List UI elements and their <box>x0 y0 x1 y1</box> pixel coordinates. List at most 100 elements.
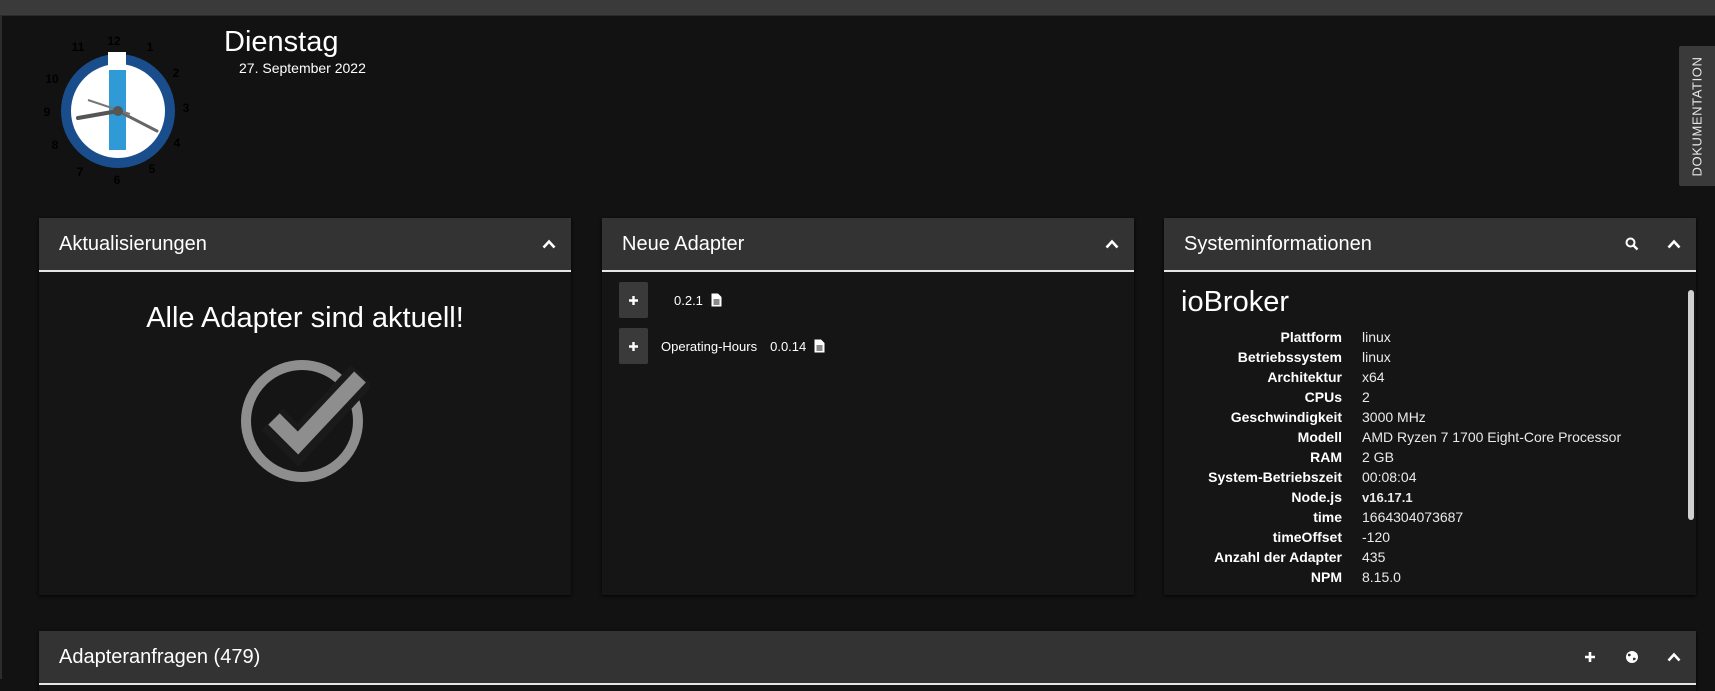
documentation-tab[interactable]: DOKUMENTATION <box>1679 46 1715 186</box>
list-item: Operating-Hours 0.0.14 <box>619 328 1134 364</box>
row-value: 2 GB <box>1362 449 1394 465</box>
updates-card-header: Aktualisierungen <box>39 218 571 272</box>
system-info-body: ioBroker Plattform linux Betriebssystem li… <box>1164 286 1696 608</box>
row-value: 1664304073687 <box>1362 509 1464 525</box>
adapter-requests-collapse-button[interactable] <box>1662 645 1686 669</box>
check-container <box>39 353 571 483</box>
add-adapter-button[interactable] <box>619 282 648 318</box>
table-row: CPUs 2 <box>1164 387 1696 407</box>
left-edge <box>0 15 2 679</box>
updates-card-actions <box>537 218 561 270</box>
updates-message: Alle Adapter sind aktuell! <box>146 302 464 334</box>
system-info-card-actions <box>1620 218 1686 270</box>
date-label: 27. September 2022 <box>239 60 366 76</box>
table-row: Architektur x64 <box>1164 367 1696 387</box>
adapter-readme-button[interactable] <box>711 293 722 307</box>
row-value: 3000 MHz <box>1362 409 1426 425</box>
list-item: 0.2.1 <box>619 282 1134 318</box>
table-row: time 1664304073687 <box>1164 507 1696 527</box>
open-website-button[interactable] <box>1620 645 1644 669</box>
row-key: Plattform <box>1280 329 1342 345</box>
day-title: Dienstag <box>224 26 339 58</box>
row-key: NPM <box>1310 569 1342 585</box>
row-value: linux <box>1362 349 1391 365</box>
row-key: time <box>1313 509 1342 525</box>
table-row: Plattform linux <box>1164 327 1696 347</box>
new-adapters-collapse-button[interactable] <box>1100 232 1124 256</box>
adapter-requests-card-title: Adapteranfragen (479) <box>59 645 261 668</box>
documentation-tab-label: DOKUMENTATION <box>1689 56 1705 176</box>
chevron-up-icon <box>1667 652 1681 662</box>
scrollbar-thumb[interactable] <box>1688 290 1694 520</box>
system-brand: ioBroker <box>1181 286 1289 318</box>
row-key: timeOffset <box>1272 529 1342 545</box>
document-icon <box>814 339 825 353</box>
table-row: Node.js v16.17.1 <box>1164 487 1696 507</box>
table-row: RAM 2 GB <box>1164 447 1696 467</box>
clock-center <box>113 106 123 116</box>
new-adapters-card-actions <box>1100 218 1124 270</box>
system-info-scrollbar[interactable] <box>1688 290 1694 608</box>
row-key: System-Betriebszeit <box>1208 469 1342 485</box>
new-adapters-card: Neue Adapter 0.2.1 Operating-Hours 0.0.1… <box>602 218 1134 595</box>
clock-number-9: 9 <box>44 105 51 119</box>
check-circle-icon <box>241 360 370 482</box>
table-row: Betriebssystem linux <box>1164 347 1696 367</box>
clock-number-5: 5 <box>149 162 156 176</box>
updates-collapse-button[interactable] <box>537 232 561 256</box>
row-key: Betriebssystem <box>1237 349 1342 365</box>
adapter-requests-card-header: Adapteranfragen (479) <box>39 631 1696 685</box>
clock-number-11: 11 <box>72 40 85 54</box>
clock-number-3: 3 <box>183 101 190 115</box>
clock-number-10: 10 <box>45 72 59 86</box>
row-value: 00:08:04 <box>1362 469 1417 485</box>
row-key: Anzahl der Adapter <box>1214 549 1342 565</box>
clock-number-7: 7 <box>77 165 84 179</box>
row-key: Node.js <box>1291 489 1342 505</box>
system-info-card: Systeminformationen ioBroker Plattform li… <box>1164 218 1696 595</box>
search-icon <box>1625 237 1639 251</box>
new-adapters-card-header: Neue Adapter <box>602 218 1134 272</box>
system-info-card-header: Systeminformationen <box>1164 218 1696 272</box>
row-key: CPUs <box>1304 389 1342 405</box>
updates-card: Aktualisierungen Alle Adapter sind aktue… <box>39 218 571 595</box>
adapter-requests-card: Adapteranfragen (479) <box>39 631 1696 691</box>
new-adapters-card-title: Neue Adapter <box>622 232 745 255</box>
plus-icon <box>629 295 638 305</box>
clock-number-6: 6 <box>114 173 121 187</box>
row-key: Geschwindigkeit <box>1230 409 1342 425</box>
document-icon <box>711 293 722 307</box>
adapter-readme-button[interactable] <box>814 339 825 353</box>
table-row: System-Betriebszeit 00:08:04 <box>1164 467 1696 487</box>
add-adapter-button[interactable] <box>619 328 648 364</box>
clock-number-2: 2 <box>173 66 180 80</box>
clock-number-1: 1 <box>147 40 154 54</box>
logo-bar-top <box>108 52 126 69</box>
row-value: 8.15.0 <box>1362 569 1401 585</box>
plus-icon <box>629 341 638 351</box>
row-value: -120 <box>1362 529 1391 545</box>
globe-icon <box>1626 651 1638 663</box>
top-bar <box>0 0 1715 16</box>
clock-number-12: 12 <box>107 34 121 48</box>
chevron-up-icon <box>1667 239 1681 249</box>
row-key: Architektur <box>1267 369 1342 385</box>
updates-card-title: Aktualisierungen <box>59 232 207 255</box>
row-value: 435 <box>1362 549 1386 565</box>
clock-number-4: 4 <box>174 136 181 150</box>
add-request-button[interactable] <box>1578 645 1602 669</box>
system-info-collapse-button[interactable] <box>1662 232 1686 256</box>
table-row: Geschwindigkeit 3000 MHz <box>1164 407 1696 427</box>
table-row: timeOffset -120 <box>1164 527 1696 547</box>
row-key: Modell <box>1297 429 1342 445</box>
chevron-up-icon <box>1105 239 1119 249</box>
adapter-version: 0.0.14 <box>770 338 807 354</box>
table-row: Modell AMD Ryzen 7 1700 Eight-Core Proces… <box>1164 427 1696 447</box>
system-info-table: Plattform linux Betriebssystem linux Archi… <box>1164 327 1696 587</box>
system-info-search-button[interactable] <box>1620 232 1644 256</box>
clock-number-8: 8 <box>52 138 59 152</box>
row-value: 2 <box>1362 389 1370 405</box>
row-value: AMD Ryzen 7 1700 Eight-Core Processor <box>1362 429 1622 445</box>
iobroker-clock-logo: 12 1 2 3 4 5 6 7 8 9 10 11 <box>44 34 190 187</box>
adapter-version: 0.2.1 <box>674 292 703 308</box>
